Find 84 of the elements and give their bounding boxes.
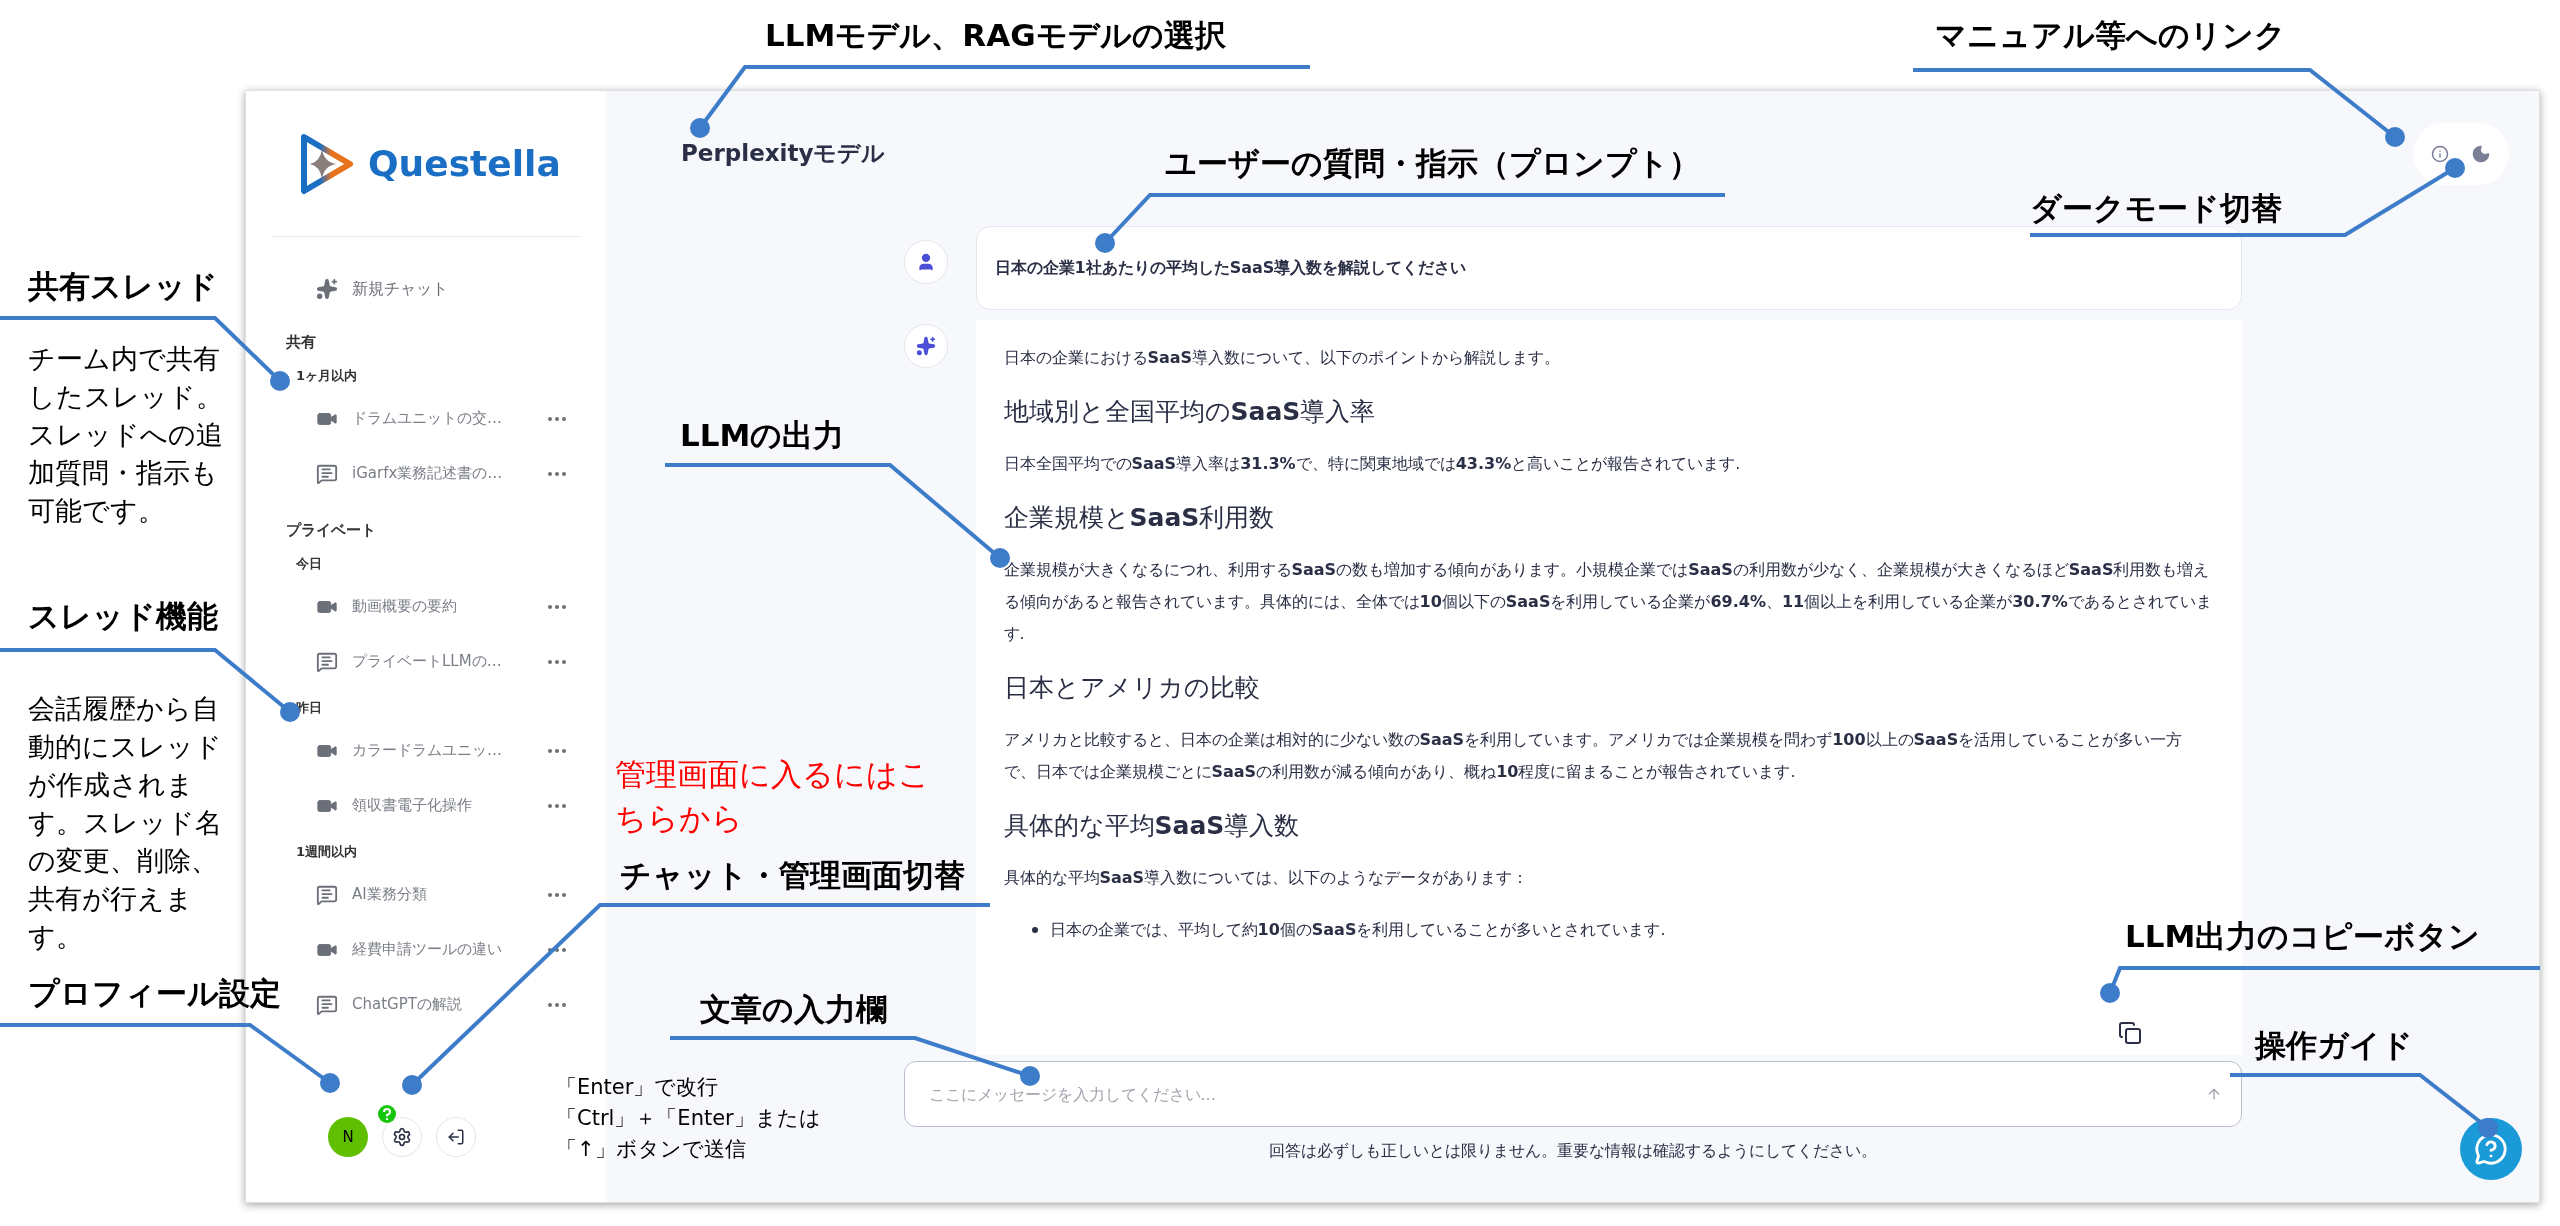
- logout-button[interactable]: [436, 1117, 476, 1157]
- profile-avatar[interactable]: N: [328, 1117, 368, 1157]
- chat-bubble-icon: [316, 650, 338, 673]
- answer-list-item: 日本の企業では、平均して約10個のSaaSを利用していることが多いとされています.: [1049, 919, 1666, 941]
- answer-heading: 日本とアメリカの比較: [1003, 672, 1261, 704]
- help-badge-icon: [378, 1105, 396, 1123]
- sparkle-icon: [316, 278, 338, 300]
- callout-title: 共有スレッド: [28, 267, 218, 306]
- answer-heading: 地域別と全国平均のSaaS導入率: [1003, 396, 1377, 428]
- chat-bubble-icon: [316, 883, 338, 906]
- thread-title[interactable]: iGarfx業務記述書の…: [352, 462, 532, 485]
- prompt-card: 日本の企業1社あたりの平均したSaaS導入数を解説してください: [975, 226, 2242, 310]
- ellipsis-icon: [548, 748, 566, 753]
- ellipsis-icon: [548, 1002, 566, 1007]
- thread-title[interactable]: 領収書電子化操作: [352, 794, 532, 817]
- sparkle-icon: [915, 336, 936, 356]
- callout-title: LLM出力のコピーボタン: [2125, 917, 2481, 956]
- model-selector[interactable]: Perplexityモデル: [681, 136, 886, 171]
- callout-text: 会話履歴から自動的にスレッドが作成されます。スレッド名の変更、削除、共有が行えます。: [28, 692, 223, 954]
- new-chat-button[interactable]: 新規チャット: [316, 277, 448, 301]
- callout-text: 管理画面に入るにはこちらから: [615, 755, 931, 838]
- more-button[interactable]: [548, 748, 566, 753]
- ellipsis-icon: [548, 604, 566, 609]
- more-button[interactable]: [548, 892, 566, 897]
- thread-title[interactable]: ChatGPTの解説: [352, 993, 532, 1016]
- more-button[interactable]: [548, 604, 566, 609]
- logout-icon: [447, 1128, 465, 1146]
- settings-icon: [392, 1127, 412, 1147]
- copy-icon: [2117, 1021, 2142, 1045]
- help-icon: [2474, 1132, 2508, 1166]
- chat-bubble-icon: [316, 993, 338, 1016]
- answer-paragraph: 日本の企業におけるSaaS導入数について、以下のポイントから解説します。: [1003, 347, 1562, 369]
- answer-paragraph: アメリカと比較すると、日本の企業は相対的に少ない数のSaaSを利用しています。アメリカでは企業規模を問わず100以上のSaaSを活用していることが多い一方で、日本では企業規模ごとにSaaSの利用数が減る傾向があり、概ね10程度に留まることが報告されています.: [1003, 729, 2184, 783]
- ellipsis-icon: [548, 416, 566, 421]
- ellipsis-icon: [548, 947, 566, 952]
- thread-title[interactable]: AI業務分類: [352, 883, 532, 906]
- callout-title: 操作ガイド: [2255, 1026, 2413, 1065]
- info-button[interactable]: [2431, 144, 2449, 163]
- callout-text: チーム内で共有したスレッド。スレッドへの追加質問・指示も可能です。: [28, 342, 224, 528]
- callout-title: マニュアル等へのリンク: [1935, 16, 2286, 55]
- info-icon: [2431, 144, 2449, 163]
- settings-button[interactable]: [382, 1117, 422, 1157]
- callout-text: 「↑」ボタンで送信: [556, 1136, 747, 1163]
- callout-title: スレッド機能: [28, 597, 218, 636]
- ellipsis-icon: [548, 471, 566, 476]
- thread-title[interactable]: 動画概要の要約: [352, 595, 532, 618]
- ellipsis-icon: [548, 803, 566, 808]
- group-title: 1週間以内: [296, 843, 359, 861]
- message-input[interactable]: ここにメッセージを入力してください...: [903, 1061, 2242, 1127]
- group-title: 1ヶ月以内: [296, 367, 359, 385]
- callout-title: プロフィール設定: [28, 974, 281, 1013]
- answer-paragraph: 具体的な平均SaaS導入数については、以下のようなデータがあります：: [1003, 867, 1530, 889]
- more-button[interactable]: [548, 471, 566, 476]
- more-button[interactable]: [548, 1002, 566, 1007]
- answer-paragraph: 企業規模が大きくなるにつれ、利用するSaaSの数も増加する傾向があります。小規模企業ではSaaSの利用数が少なく、企業規模が大きくなるほどSaaS利用数も増える傾向があると報告されています。具体的には、全体では10個以下のSaaSを利用している企業が69.4%、11個以上を利用している企業が30.7%であるとされています.: [1003, 559, 2213, 645]
- more-button[interactable]: [548, 659, 566, 664]
- disclaimer: 回答は必ずしも正しいとは限りません。重要な情報は確認するようにしてください。: [1268, 1140, 1877, 1162]
- answer-heading: 具体的な平均SaaS導入数: [1003, 810, 1301, 842]
- bullet-icon: [1031, 927, 1038, 933]
- ellipsis-icon: [548, 659, 566, 664]
- thread-title[interactable]: 経費申請ツールの違い: [352, 938, 532, 961]
- more-button[interactable]: [548, 803, 566, 808]
- dark-mode-button[interactable]: [2471, 143, 2491, 164]
- section-title: 共有: [286, 332, 317, 353]
- callout-title: ダークモード切替: [2030, 189, 2282, 228]
- thread-title[interactable]: プライベートLLMの…: [352, 650, 532, 673]
- callout-title: チャット・管理画面切替: [620, 856, 965, 895]
- moon-icon: [2471, 143, 2491, 164]
- thread-title[interactable]: カラードラムユニッ…: [352, 739, 532, 762]
- callout-title: 文章の入力欄: [700, 990, 887, 1029]
- chat-bubble-icon: [316, 462, 338, 485]
- answer-paragraph: 日本全国平均でのSaaS導入率は31.3%で、特に関東地域では43.3%と高いことが報告されています.: [1003, 453, 1742, 475]
- logo-text: Questella: [368, 141, 561, 186]
- callout-text: 「Enter」で改行: [556, 1074, 720, 1101]
- section-title: プライベート: [286, 520, 377, 541]
- more-button[interactable]: [548, 947, 566, 952]
- callout-title: ユーザーの質問・指示（プロンプト）: [1165, 144, 1700, 183]
- callout-title: LLMの出力: [680, 416, 845, 455]
- group-title: 今日: [296, 555, 323, 573]
- callout-text: 「Ctrl」＋「Enter」または: [556, 1105, 821, 1132]
- callout-title: LLMモデル、RAGモデルの選択: [765, 16, 1226, 55]
- ellipsis-icon: [548, 892, 566, 897]
- more-button[interactable]: [548, 416, 566, 421]
- thread-title[interactable]: ドラムユニットの交…: [352, 407, 532, 430]
